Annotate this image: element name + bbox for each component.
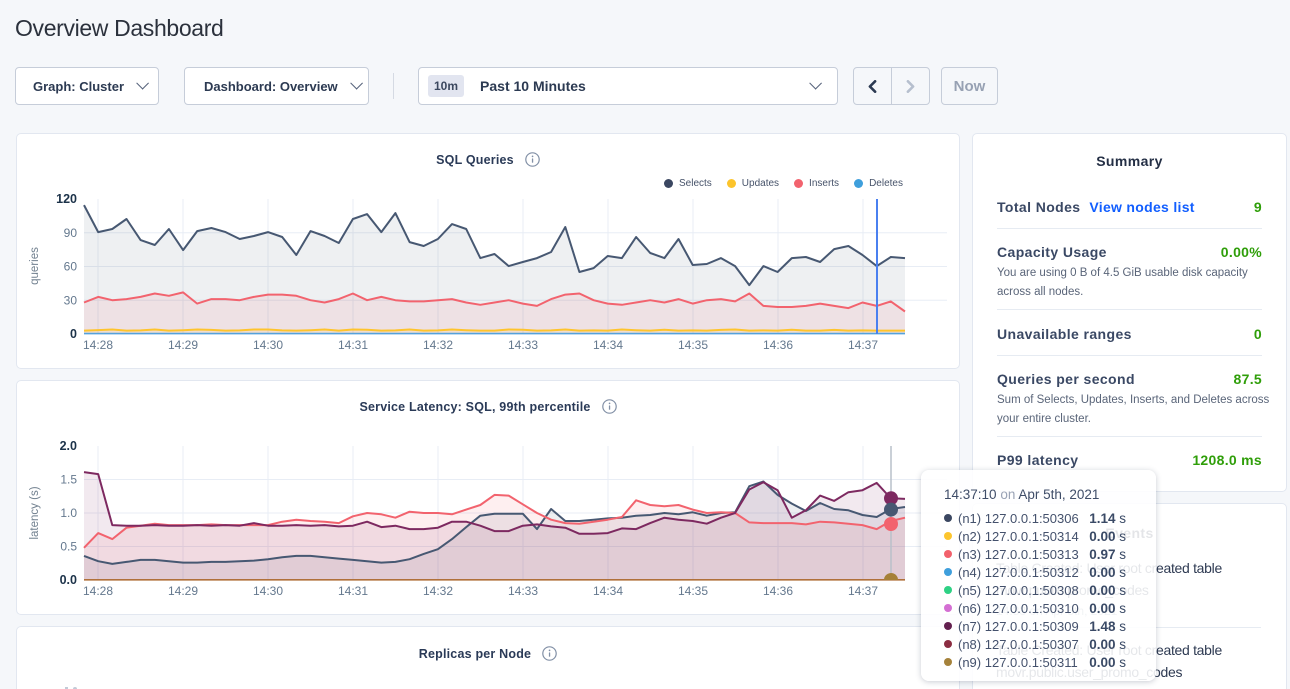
svg-text:14:33: 14:33 xyxy=(508,584,538,598)
svg-text:2.0: 2.0 xyxy=(60,439,77,453)
svg-text:14:35: 14:35 xyxy=(678,338,708,352)
svg-text:14:32: 14:32 xyxy=(423,338,453,352)
svg-text:1.5: 1.5 xyxy=(60,473,77,487)
svg-text:14:30: 14:30 xyxy=(253,338,283,352)
svg-text:14:28: 14:28 xyxy=(83,584,113,598)
svg-text:14:36: 14:36 xyxy=(763,338,793,352)
svg-text:60: 60 xyxy=(64,260,78,274)
svg-text:14:37: 14:37 xyxy=(848,338,878,352)
svg-text:14:32: 14:32 xyxy=(423,584,453,598)
svg-text:30: 30 xyxy=(64,293,78,307)
svg-text:14:31: 14:31 xyxy=(338,338,368,352)
svg-text:14:31: 14:31 xyxy=(338,584,368,598)
svg-text:14:35: 14:35 xyxy=(678,584,708,598)
svg-text:14:37: 14:37 xyxy=(848,584,878,598)
svg-text:14:34: 14:34 xyxy=(593,338,623,352)
svg-text:14:29: 14:29 xyxy=(168,338,198,352)
svg-text:0: 0 xyxy=(70,327,77,341)
svg-text:90: 90 xyxy=(64,226,78,240)
svg-text:1.0: 1.0 xyxy=(60,506,77,520)
svg-text:0.5: 0.5 xyxy=(60,540,77,554)
svg-text:14:33: 14:33 xyxy=(508,338,538,352)
svg-text:14:36: 14:36 xyxy=(763,584,793,598)
svg-text:14:34: 14:34 xyxy=(593,584,623,598)
svg-text:14:30: 14:30 xyxy=(253,584,283,598)
svg-text:120: 120 xyxy=(56,192,77,206)
svg-text:queries: queries xyxy=(29,247,41,285)
svg-text:latency (s): latency (s) xyxy=(29,486,41,539)
svg-text:0.0: 0.0 xyxy=(60,573,77,587)
svg-text:14:29: 14:29 xyxy=(168,584,198,598)
svg-text:14:28: 14:28 xyxy=(83,338,113,352)
